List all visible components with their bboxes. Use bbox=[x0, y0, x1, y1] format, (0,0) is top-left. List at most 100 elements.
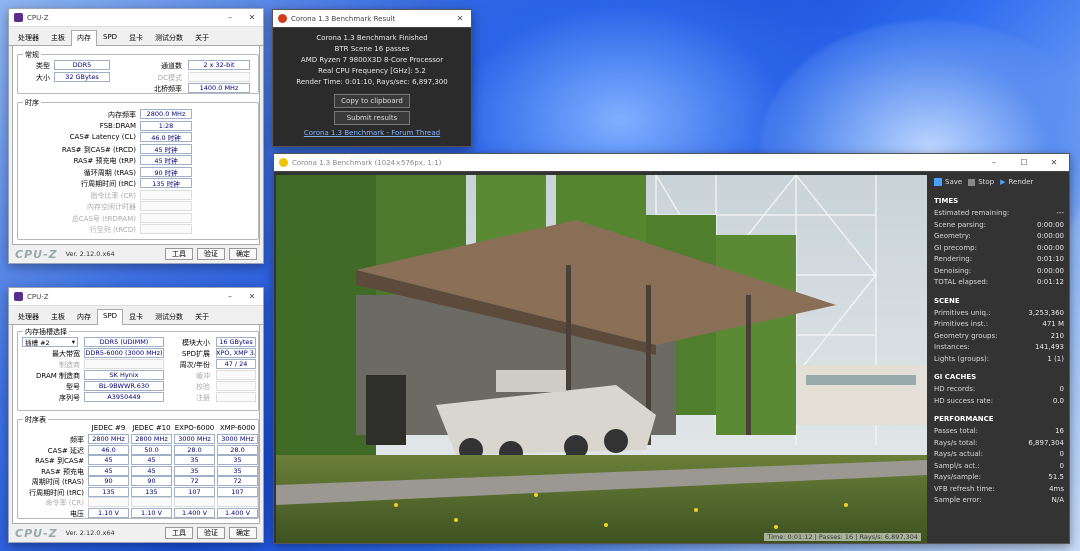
tab-bench[interactable]: 测试分数 bbox=[149, 309, 189, 324]
stats-row: Estimated remaining: --- bbox=[934, 208, 1064, 220]
benchmark-window: Corona 1.3 Benchmark (1024×576px, 1:1) –… bbox=[273, 153, 1070, 544]
close-icon[interactable]: ✕ bbox=[1039, 158, 1069, 167]
close-icon[interactable]: ✕ bbox=[449, 14, 471, 23]
table-cell bbox=[174, 497, 215, 507]
close-icon[interactable]: ✕ bbox=[241, 13, 263, 22]
tools-button[interactable]: 工具 bbox=[165, 248, 193, 260]
stats-value: 0:01:10 bbox=[1037, 255, 1064, 263]
stats-value: 51.5 bbox=[1048, 473, 1064, 481]
save-button[interactable]: Save bbox=[934, 178, 962, 186]
stats-label: TOTAL elapsed: bbox=[934, 278, 989, 286]
table-row-label: 频率 bbox=[70, 436, 84, 444]
title-bar[interactable]: CPU-Z – ✕ bbox=[9, 288, 263, 306]
stats-row: Instances: 141,493 bbox=[934, 342, 1064, 354]
table-cell: 45 bbox=[131, 455, 172, 465]
correction-value bbox=[216, 381, 256, 391]
general-group: 常规 类型 DDR5 大小 32 GBytes 通道数 2 x 32-bit D… bbox=[17, 50, 259, 94]
spd-panel: 内存插槽选择 插槽 #2 ▾ DDR5 (UDIMM) 模块大小 16 GByte… bbox=[12, 325, 260, 524]
table-cell: 45 bbox=[88, 465, 129, 476]
table-cell: 28.0 bbox=[174, 444, 215, 455]
chevron-down-icon: ▾ bbox=[71, 338, 75, 346]
title-bar[interactable]: Corona 1.3 Benchmark Result ✕ bbox=[273, 10, 471, 28]
minimize-icon[interactable]: – bbox=[219, 13, 241, 22]
timings-group: 时序 内存频率 2800.0 MHz FSB:DRAM 1:28 CAS# Latenc… bbox=[17, 98, 259, 240]
smiley-app-icon bbox=[279, 158, 288, 167]
serial-value: A3950449 bbox=[84, 392, 164, 402]
ok-button[interactable]: 确定 bbox=[229, 527, 257, 539]
table-cell: 1.10 V bbox=[88, 507, 129, 518]
stats-value: 0 bbox=[1059, 450, 1064, 458]
table-cell bbox=[217, 497, 258, 507]
forum-thread-link[interactable]: Corona 1.3 Benchmark - Forum Thread bbox=[273, 128, 471, 139]
benchmark-result-dialog: Corona 1.3 Benchmark Result ✕ Corona 1.3… bbox=[272, 9, 472, 147]
table-column-header: EXPO-6000 bbox=[174, 424, 215, 432]
slot-select[interactable]: 插槽 #2 ▾ bbox=[22, 337, 78, 347]
tab-mainboard[interactable]: 主板 bbox=[45, 309, 71, 324]
timing-label: 指令比率 (CR) bbox=[90, 191, 136, 200]
dc-mode-label: DC模式 bbox=[157, 74, 182, 82]
submit-results-button[interactable]: Submit results bbox=[334, 111, 410, 125]
tab-bench[interactable]: 测试分数 bbox=[149, 30, 189, 45]
save-label: Save bbox=[945, 178, 963, 186]
stop-button[interactable]: Stop bbox=[968, 178, 994, 186]
cpuz-spd-window: CPU-Z – ✕ 处理器 主板 内存 SPD 显卡 测试分数 关于 内存插槽选… bbox=[8, 287, 264, 543]
maximize-icon[interactable]: ☐ bbox=[1009, 158, 1039, 167]
tools-button[interactable]: 工具 bbox=[165, 527, 193, 539]
stats-row: HD success rate: 0.0 bbox=[934, 396, 1064, 408]
stats-label: Primitives uniq.: bbox=[934, 308, 991, 317]
type-value: DDR5 bbox=[54, 60, 110, 70]
module-size-label: 模块大小 bbox=[182, 339, 210, 347]
module-size-value: 16 GBytes bbox=[216, 337, 256, 347]
title-bar[interactable]: Corona 1.3 Benchmark (1024×576px, 1:1) –… bbox=[274, 154, 1069, 172]
tab-spd[interactable]: SPD bbox=[97, 309, 124, 325]
close-icon[interactable]: ✕ bbox=[241, 292, 263, 301]
timing-value bbox=[140, 201, 192, 211]
stats-value: --- bbox=[1056, 209, 1064, 217]
render-status-bar: Time: 0:01:12 | Passes: 16 | Rays/s: 6,8… bbox=[764, 533, 921, 541]
cpuz-logo: CPU-Z bbox=[15, 247, 58, 261]
stats-value: 210 bbox=[1050, 331, 1064, 340]
spd-ext-value: EXPO, XMP 3.0 bbox=[216, 348, 256, 358]
stats-label: HD success rate: bbox=[934, 396, 994, 405]
tab-spd[interactable]: SPD bbox=[97, 30, 123, 45]
tab-about[interactable]: 关于 bbox=[189, 309, 215, 324]
render-button[interactable]: ▶ Render bbox=[1000, 178, 1033, 186]
minimize-icon[interactable]: – bbox=[219, 292, 241, 301]
table-cell: 35 bbox=[217, 455, 258, 465]
tab-cpu[interactable]: 处理器 bbox=[12, 309, 45, 324]
stats-label: HD records: bbox=[934, 385, 976, 393]
tab-cpu[interactable]: 处理器 bbox=[12, 30, 45, 45]
table-cell: 90 bbox=[88, 476, 129, 486]
cpuz-app-icon bbox=[14, 13, 23, 22]
tab-memory[interactable]: 内存 bbox=[71, 30, 97, 46]
stats-section-title: SCENE bbox=[934, 296, 960, 305]
stats-value: 0:00:00 bbox=[1037, 220, 1064, 229]
tab-about[interactable]: 关于 bbox=[189, 30, 215, 45]
stats-value: 0.0 bbox=[1052, 396, 1064, 405]
table-column-header: JEDEC #9 bbox=[91, 424, 126, 432]
tab-mainboard[interactable]: 主板 bbox=[45, 30, 71, 45]
tab-graphics[interactable]: 显卡 bbox=[123, 30, 149, 45]
validate-button[interactable]: 验证 bbox=[197, 248, 225, 260]
buffered-label: 缓冲 bbox=[196, 372, 210, 380]
part-number-label: 型号 bbox=[66, 383, 80, 391]
timing-label: 总CAS号 (tRDRAM) bbox=[71, 214, 136, 223]
table-cell: 107 bbox=[217, 486, 258, 497]
registered-label: 注册 bbox=[196, 394, 210, 402]
title-bar[interactable]: CPU-Z – ✕ bbox=[9, 9, 263, 27]
minimize-icon[interactable]: – bbox=[979, 158, 1009, 167]
table-cell: 50.0 bbox=[131, 444, 172, 455]
stats-label: GI precomp: bbox=[934, 243, 977, 252]
version-text: Ver. 2.12.0.x64 bbox=[65, 250, 115, 258]
ok-button[interactable]: 确定 bbox=[229, 248, 257, 260]
slot-value: 插槽 #2 bbox=[25, 339, 50, 347]
validate-button[interactable]: 验证 bbox=[197, 527, 225, 539]
tab-memory[interactable]: 内存 bbox=[71, 309, 97, 324]
manufacturer-value bbox=[84, 359, 164, 369]
render-viewport[interactable]: Time: 0:01:12 | Passes: 16 | Rays/s: 6,8… bbox=[276, 175, 927, 543]
size-value: 32 GBytes bbox=[54, 72, 110, 82]
tab-graphics[interactable]: 显卡 bbox=[123, 309, 149, 324]
copy-to-clipboard-button[interactable]: Copy to clipboard bbox=[334, 94, 410, 108]
stats-label: Instances: bbox=[934, 343, 970, 351]
max-bandwidth-label: 最大带宽 bbox=[52, 350, 80, 358]
